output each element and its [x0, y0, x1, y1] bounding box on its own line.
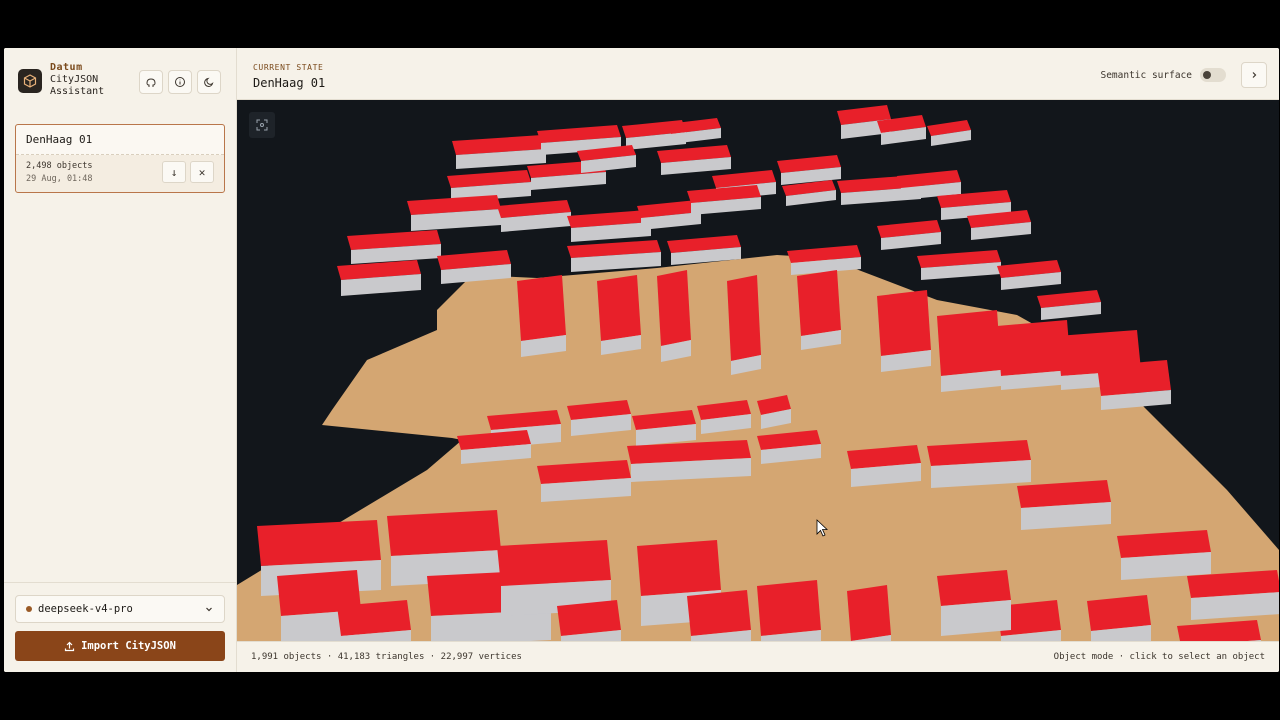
github-button[interactable]	[139, 70, 163, 94]
sidebar-footer: deepseek-v4-pro Import CityJSON	[4, 582, 237, 672]
dataset-object-count: 2,498 objects	[26, 161, 93, 171]
building-roof[interactable]	[847, 585, 891, 641]
dataset-name: DenHaag 01	[16, 125, 224, 155]
remove-dataset-button[interactable]: ✕	[190, 161, 214, 183]
info-button[interactable]	[168, 70, 192, 94]
theme-toggle-button[interactable]	[197, 70, 221, 94]
interaction-mode-hint: Object mode · click to select an object	[1053, 652, 1265, 662]
city-model-canvas[interactable]	[237, 100, 1279, 641]
building-roof[interactable]	[687, 590, 751, 636]
model-status-dot	[26, 606, 32, 612]
building-roof[interactable]	[257, 520, 381, 566]
header: CURRENT STATE DenHaag 01 Semantic surfac…	[237, 48, 1279, 100]
model-select[interactable]: deepseek-v4-pro	[15, 595, 225, 623]
building-roof[interactable]	[557, 600, 621, 636]
building-roof[interactable]	[387, 510, 501, 556]
scene-stats: 1,991 objects · 41,183 triangles · 22,99…	[251, 652, 522, 662]
model-select-value: deepseek-v4-pro	[38, 603, 133, 615]
upload-icon	[64, 641, 75, 651]
current-state-label: CURRENT STATE	[253, 63, 324, 72]
import-cityjson-button[interactable]: Import CityJSON	[15, 631, 225, 661]
building-roof[interactable]	[877, 290, 931, 356]
building-roof[interactable]	[757, 580, 821, 636]
building-roof[interactable]	[937, 310, 1001, 376]
current-state-name: DenHaag 01	[253, 76, 326, 90]
building-roof[interactable]	[637, 540, 721, 596]
status-bar: 1,991 objects · 41,183 triangles · 22,99…	[237, 641, 1279, 672]
building-roof[interactable]	[1087, 595, 1151, 631]
cube-logo-icon	[18, 69, 42, 93]
chevron-right-icon	[1252, 72, 1257, 78]
building-roof[interactable]	[517, 275, 566, 341]
building-roof[interactable]	[937, 570, 1011, 606]
semantic-surface-label: Semantic surface	[1100, 69, 1192, 81]
chevron-down-icon	[206, 607, 212, 612]
app-window: Datum CityJSON Assistant DenHaag 01 2,49…	[4, 48, 1279, 672]
semantic-surface-control: Semantic surface	[1100, 68, 1226, 82]
focus-icon	[256, 119, 268, 131]
building-roof[interactable]	[497, 540, 611, 586]
download-icon: ↓	[170, 165, 178, 179]
brand-name: Datum	[50, 62, 83, 73]
close-icon: ✕	[198, 165, 206, 179]
building-roof[interactable]	[337, 600, 411, 636]
building-roof[interactable]	[597, 275, 641, 341]
building-wall[interactable]	[941, 600, 1011, 636]
brand-subtitle-2: Assistant	[50, 86, 105, 97]
download-button[interactable]: ↓	[162, 161, 186, 183]
sidebar: Datum CityJSON Assistant DenHaag 01 2,49…	[4, 48, 237, 672]
dataset-card[interactable]: DenHaag 01 2,498 objects 29 Aug, 01:48 ↓…	[15, 124, 225, 193]
info-icon	[175, 77, 185, 87]
3d-viewport[interactable]	[237, 100, 1279, 641]
building-roof[interactable]	[657, 270, 691, 346]
brand: Datum CityJSON Assistant	[18, 62, 104, 98]
building-roof[interactable]	[727, 275, 761, 361]
building-roof[interactable]	[797, 270, 841, 336]
semantic-surface-toggle[interactable]	[1200, 68, 1226, 82]
fit-view-button[interactable]	[249, 112, 275, 138]
import-button-label: Import CityJSON	[81, 640, 176, 652]
building-roof[interactable]	[1097, 360, 1171, 396]
moon-icon	[204, 77, 214, 87]
github-icon	[146, 78, 156, 87]
dataset-date: 29 Aug, 01:48	[26, 174, 93, 184]
brand-subtitle-1: CityJSON	[50, 74, 99, 85]
expand-panel-button[interactable]	[1241, 62, 1267, 88]
